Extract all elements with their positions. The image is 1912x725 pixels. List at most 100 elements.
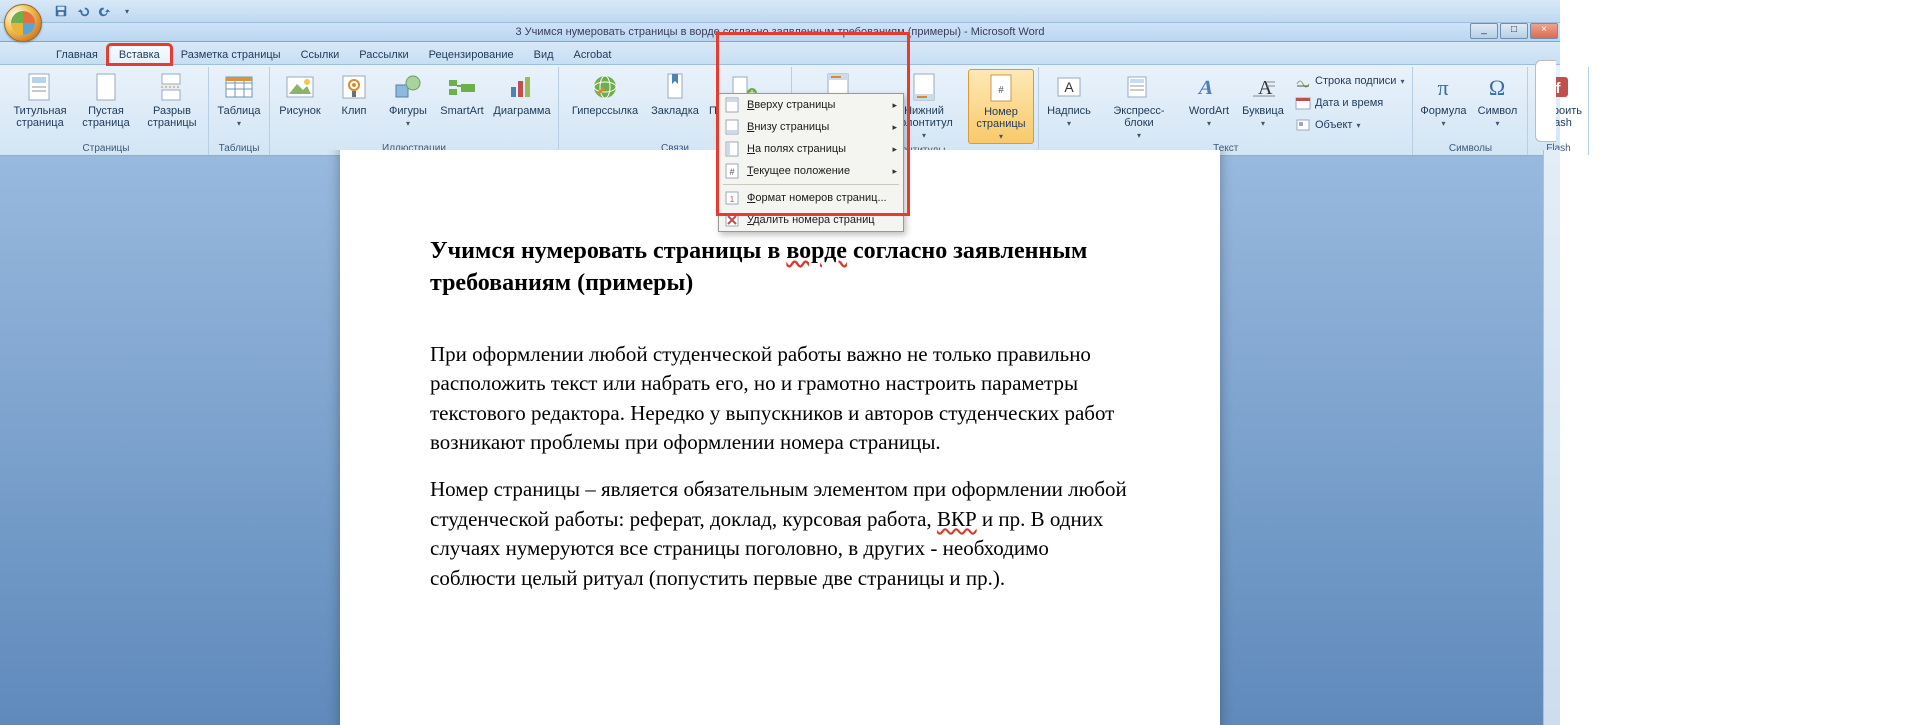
menu-top-icon: [723, 96, 741, 114]
svg-text:#: #: [729, 167, 734, 177]
shapes-button[interactable]: Фигуры▾: [382, 69, 434, 130]
menu-bottom-label: Внизу страницы: [747, 121, 886, 133]
bookmark-button[interactable]: Закладка: [649, 69, 701, 117]
tab-insert[interactable]: Вставка: [108, 45, 171, 64]
vertical-scrollbar[interactable]: [1543, 150, 1560, 725]
menu-bottom-icon: [723, 118, 741, 136]
group-tables: Таблица▾ Таблицы: [209, 67, 270, 155]
table-button[interactable]: Таблица▾: [213, 69, 265, 130]
signature-line-label: Строка подписи: [1315, 75, 1396, 87]
textbox-icon: A: [1053, 71, 1085, 103]
doc-paragraph-2: Номер страницы – является обязательным э…: [430, 475, 1130, 593]
menu-remove-icon: [723, 211, 741, 229]
maximize-button[interactable]: □: [1500, 23, 1528, 39]
shapes-label: Фигуры: [389, 105, 427, 117]
menu-format-numbers[interactable]: 1 Формат номеров страниц...: [719, 187, 903, 209]
smartart-button[interactable]: SmartArt: [436, 69, 488, 117]
textbox-button[interactable]: A Надпись▾: [1043, 69, 1095, 130]
wordart-button[interactable]: A WordArt▾: [1183, 69, 1235, 130]
menu-current-icon: #: [723, 162, 741, 180]
smartart-icon: [446, 71, 478, 103]
ribbon-tabs: Главная Вставка Разметка страницы Ссылки…: [0, 42, 1560, 65]
equation-button[interactable]: π Формула▾: [1417, 69, 1469, 130]
svg-text:π: π: [1438, 75, 1449, 100]
menu-bottom-of-page[interactable]: Внизу страницы▸: [719, 116, 903, 138]
cover-page-button[interactable]: Титульная страница: [8, 69, 72, 129]
group-text: A Надпись▾ Экспресс-блоки▾ A WordArt▾ A …: [1039, 67, 1413, 155]
textbox-label: Надпись: [1047, 105, 1091, 117]
quickparts-label: Экспресс-блоки: [1113, 105, 1164, 129]
menu-format-label: Формат номеров страниц...: [747, 192, 897, 204]
footer-icon: [908, 71, 940, 103]
wordart-label: WordArt: [1189, 105, 1229, 117]
cover-page-label: Титульная страница: [10, 105, 70, 129]
picture-button[interactable]: Рисунок: [274, 69, 326, 117]
minimize-button[interactable]: _: [1470, 23, 1498, 39]
qat-redo-icon[interactable]: [96, 2, 114, 20]
page-break-label: Разрыв страницы: [142, 105, 202, 129]
page-number-button[interactable]: # Номер страницы▾: [968, 69, 1034, 144]
quick-access-toolbar: ▾: [0, 0, 1560, 23]
menu-remove-numbers[interactable]: Удалить номера страниц: [719, 209, 903, 231]
tab-mailings[interactable]: Рассылки: [349, 46, 418, 64]
cover-page-icon: [24, 71, 56, 103]
blank-page-button[interactable]: Пустая страница: [74, 69, 138, 129]
signature-icon: [1295, 73, 1311, 89]
page-break-button[interactable]: Разрыв страницы: [140, 69, 204, 129]
tab-acrobat[interactable]: Acrobat: [564, 46, 622, 64]
svg-text:A: A: [1196, 77, 1215, 99]
clip-button[interactable]: Клип: [328, 69, 380, 117]
quickparts-button[interactable]: Экспресс-блоки▾: [1097, 69, 1181, 142]
page-number-icon: #: [985, 72, 1017, 104]
group-symbols: π Формула▾ Ω Символ▾ Символы: [1413, 67, 1528, 155]
hyperlink-button[interactable]: Гиперссылка: [563, 69, 647, 117]
symbol-icon: Ω: [1481, 71, 1513, 103]
clip-icon: [338, 71, 370, 103]
datetime-label: Дата и время: [1315, 97, 1383, 109]
equation-icon: π: [1427, 71, 1459, 103]
side-tab-handle[interactable]: [1535, 60, 1556, 142]
office-button[interactable]: [4, 4, 42, 42]
qat-save-icon[interactable]: [52, 2, 70, 20]
close-button[interactable]: ×: [1530, 23, 1558, 39]
right-blank-area: [1560, 0, 1912, 725]
picture-label: Рисунок: [279, 105, 321, 117]
tab-references[interactable]: Ссылки: [291, 46, 350, 64]
tab-home[interactable]: Главная: [46, 46, 108, 64]
chart-label: Диаграмма: [493, 105, 550, 117]
svg-text:1: 1: [730, 195, 735, 204]
symbol-label: Символ: [1478, 105, 1518, 117]
menu-margins-icon: [723, 140, 741, 158]
object-icon: [1295, 117, 1311, 133]
object-label: Объект: [1315, 119, 1352, 131]
qat-undo-icon[interactable]: [74, 2, 92, 20]
tab-view[interactable]: Вид: [524, 46, 564, 64]
dropcap-button[interactable]: A Буквица▾: [1237, 69, 1289, 130]
titlebar: 3 Учимся нумеровать страницы в ворде сог…: [0, 23, 1560, 42]
menu-top-of-page[interactable]: Вверху страницы▸: [719, 94, 903, 116]
datetime-button[interactable]: Дата и время: [1291, 93, 1408, 113]
signature-line-button[interactable]: Строка подписи ▾: [1291, 71, 1408, 91]
svg-text:A: A: [1064, 79, 1074, 95]
page-break-icon: [156, 71, 188, 103]
doc-heading: Учимся нумеровать страницы в ворде согла…: [430, 235, 1130, 300]
page-number-menu: Вверху страницы▸ Внизу страницы▸ На поля…: [718, 93, 904, 232]
tab-review[interactable]: Рецензирование: [419, 46, 524, 64]
tab-page-layout[interactable]: Разметка страницы: [171, 46, 291, 64]
table-icon: [223, 71, 255, 103]
hyperlink-label: Гиперссылка: [572, 105, 638, 117]
shapes-icon: [392, 71, 424, 103]
menu-current-position[interactable]: # Текущее положение▸: [719, 160, 903, 182]
menu-format-icon: 1: [723, 189, 741, 207]
qat-customize-icon[interactable]: ▾: [118, 2, 136, 20]
datetime-icon: [1295, 95, 1311, 111]
dropcap-icon: A: [1247, 71, 1279, 103]
document-page[interactable]: Учимся нумеровать страницы в ворде согла…: [340, 150, 1220, 725]
symbol-button[interactable]: Ω Символ▾: [1471, 69, 1523, 130]
equation-label: Формула: [1420, 105, 1466, 117]
group-pages: Титульная страница Пустая страница Разры…: [4, 67, 209, 155]
chart-button[interactable]: Диаграмма: [490, 69, 554, 117]
group-illustrations: Рисунок Клип Фигуры▾ SmartArt Диаграмма: [270, 67, 559, 155]
menu-page-margins[interactable]: На полях страницы▸: [719, 138, 903, 160]
object-button[interactable]: Объект ▾: [1291, 115, 1408, 135]
